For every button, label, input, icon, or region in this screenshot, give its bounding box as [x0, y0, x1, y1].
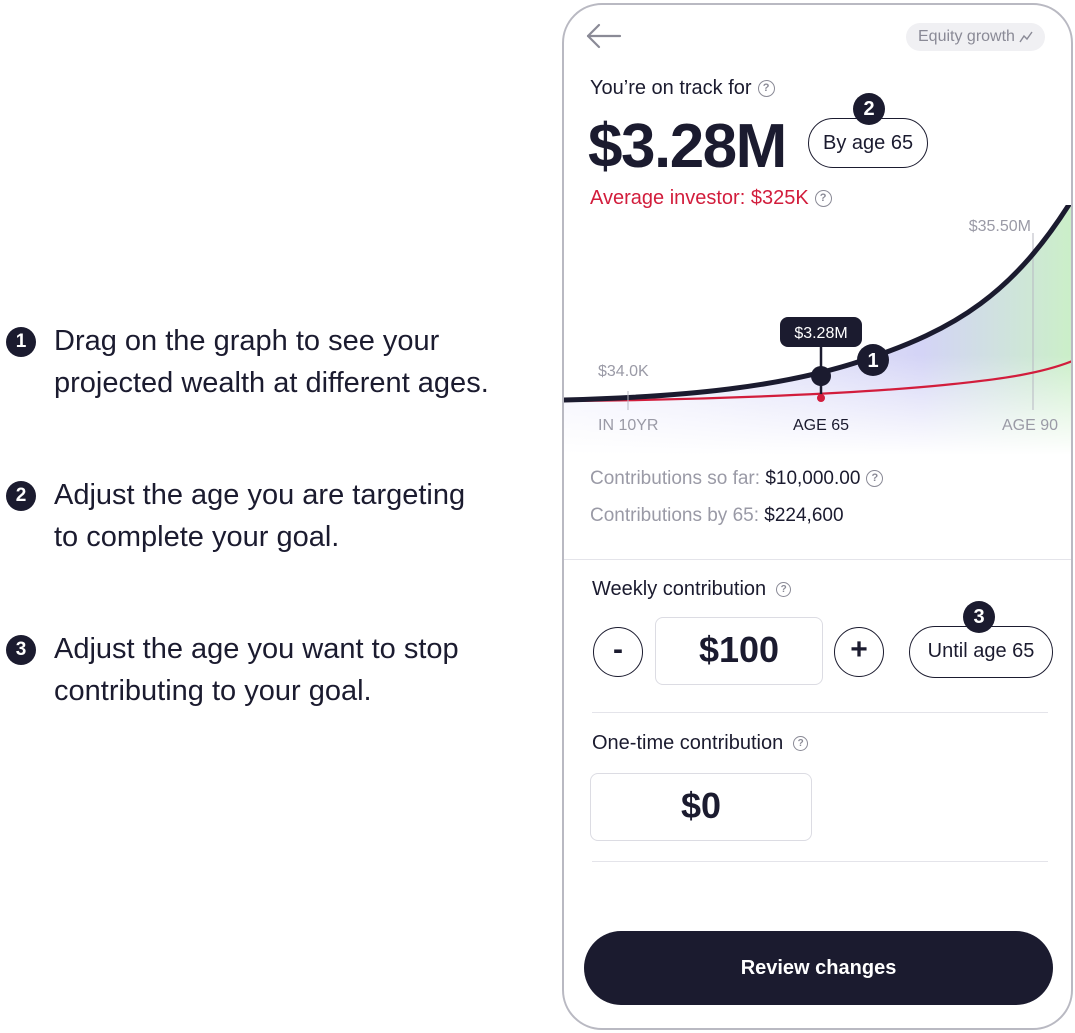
on-track-heading: You’re on track for? [590, 77, 775, 100]
step-badge-1: 1 [6, 327, 36, 357]
instruction-2-text: Adjust the age you are targeting to comp… [54, 479, 466, 553]
step-marker-3: 3 [963, 601, 995, 633]
instruction-3-text: Adjust the age you want to stop contribu… [54, 633, 459, 707]
x-label-age-65: AGE 65 [793, 417, 849, 434]
contributions-by-value: $224,600 [764, 505, 844, 526]
contributions-so-far-label: Contributions so far: [590, 468, 761, 489]
average-point [817, 394, 825, 402]
start-value-label: $34.0K [598, 363, 649, 380]
wealth-projection-chart[interactable]: $35.50M $34.0K $3.28M 1 IN 10YR AGE 65 A… [564, 205, 1073, 455]
step-marker-1-number: 1 [867, 350, 878, 372]
weekly-contribution-heading: Weekly contribution? [592, 578, 792, 601]
one-time-amount-input[interactable]: $0 [590, 773, 812, 841]
instruction-1-text: Drag on the graph to see your projected … [54, 325, 489, 399]
step-marker-2: 2 [853, 93, 885, 125]
section-divider [592, 861, 1048, 862]
instruction-1: 1 Drag on the graph to see your projecte… [6, 320, 524, 404]
help-icon[interactable]: ? [793, 736, 809, 752]
help-icon[interactable]: ? [757, 80, 775, 98]
decrease-button[interactable]: - [593, 627, 643, 677]
contributions-so-far: Contributions so far: $10,000.00? [590, 468, 884, 490]
equity-growth-label: Equity growth [918, 28, 1015, 45]
phone-screen: Equity growth You’re on track for? $3.28… [562, 3, 1073, 1030]
contributions-by-label: Contributions by 65: [590, 505, 759, 526]
review-changes-button[interactable]: Review changes [584, 931, 1053, 1005]
back-arrow-icon[interactable] [586, 23, 622, 49]
max-value-label: $35.50M [969, 218, 1031, 235]
selection-handle [811, 366, 831, 386]
weekly-amount-input[interactable]: $100 [655, 617, 823, 685]
weekly-contribution-label: Weekly contribution [592, 578, 767, 600]
increase-button[interactable]: + [834, 627, 884, 677]
section-divider [564, 559, 1071, 560]
section-divider [592, 712, 1048, 713]
one-time-contribution-label: One-time contribution [592, 732, 784, 754]
one-time-contribution-heading: One-time contribution? [592, 732, 809, 755]
target-age-selector[interactable]: By age 65 [808, 118, 929, 168]
x-label-start: IN 10YR [598, 417, 658, 434]
equity-growth-pill[interactable]: Equity growth [906, 23, 1045, 51]
step-badge-3: 3 [6, 635, 36, 665]
instruction-3: 3 Adjust the age you want to stop contri… [6, 628, 524, 712]
x-label-age-90: AGE 90 [1002, 417, 1058, 434]
help-icon[interactable]: ? [866, 470, 884, 488]
help-icon[interactable]: ? [776, 582, 792, 598]
contributions-by-age: Contributions by 65: $224,600 [590, 505, 844, 527]
contributions-so-far-value: $10,000.00 [765, 468, 861, 489]
value-tooltip-text: $3.28M [794, 325, 847, 342]
on-track-label: You’re on track for [590, 77, 752, 99]
step-badge-2: 2 [6, 481, 36, 511]
trend-up-icon [1019, 31, 1033, 43]
instruction-2: 2 Adjust the age you are targeting to co… [6, 474, 524, 558]
projected-amount: $3.28M [588, 112, 787, 181]
stop-age-selector[interactable]: Until age 65 [909, 626, 1053, 678]
